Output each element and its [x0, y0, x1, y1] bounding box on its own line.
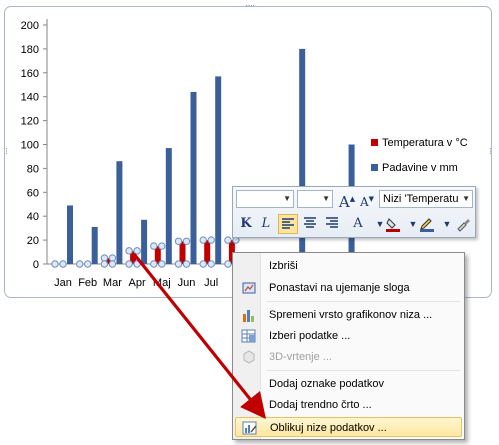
y-tick-label: 160	[21, 68, 39, 80]
legend-swatch-precipitation	[371, 164, 378, 171]
selection-handle	[51, 260, 59, 268]
bar-precipitation	[67, 205, 73, 264]
selection-handle	[174, 237, 183, 245]
legend-entry-temperature[interactable]: Temperatura v °C	[371, 136, 468, 149]
x-tick-label: Apr	[129, 277, 146, 289]
menu-item-add-data-labels[interactable]: Dodaj oznake podatkov	[235, 374, 462, 394]
shrink-font-button[interactable]: A▼	[357, 189, 377, 209]
selection-handle	[182, 260, 191, 268]
legend-label-temperature: Temperatura v °C	[382, 136, 468, 149]
selection-handle	[76, 260, 84, 268]
y-tick-label: 80	[27, 163, 39, 175]
pen-icon	[420, 218, 434, 232]
legend-label-precipitation: Padavine v mm	[382, 161, 458, 174]
selection-handle	[108, 254, 117, 262]
3d-rotation-icon	[241, 349, 257, 365]
selection-handle	[150, 260, 158, 268]
select-data-icon	[241, 328, 257, 344]
selection-handle	[59, 260, 67, 268]
y-tick-label: 0	[33, 259, 39, 271]
selection-handle	[133, 260, 141, 268]
font-size-combo[interactable]: ▼	[297, 190, 333, 208]
y-tick-label: 120	[21, 116, 39, 128]
line-color-button[interactable]	[417, 214, 437, 234]
font-name-combo[interactable]: ▼	[236, 190, 294, 208]
chevron-down-icon: ▼	[442, 219, 452, 229]
x-tick-label: Maj	[153, 277, 171, 289]
selection-handle	[133, 247, 141, 255]
selection-handle	[84, 260, 92, 268]
chevron-down-icon: ▼	[283, 194, 291, 203]
grow-font-button[interactable]: A▲	[337, 189, 357, 211]
reset-style-icon	[241, 280, 257, 296]
selection-handle	[199, 236, 207, 244]
x-tick-label: Jun	[178, 277, 196, 289]
menu-item-change-chart-type[interactable]: Spremeni vrsto grafikonov niza ...	[235, 305, 462, 325]
font-color-button[interactable]: A	[348, 214, 368, 234]
bar-temperature	[204, 240, 211, 264]
selection-handle	[108, 260, 117, 268]
mini-toolbar: ▼ ▼ A▲ A▼ Nizi 'Temperatu ▼ K L A ▼ ▼ ▼	[232, 186, 476, 238]
chart-type-icon	[241, 307, 257, 323]
selection-handle	[125, 247, 133, 255]
bold-button[interactable]: K	[236, 214, 256, 234]
y-tick-label: 60	[27, 187, 39, 199]
series-select-combo[interactable]: Nizi 'Temperatu ▼	[379, 190, 473, 208]
bar-precipitation	[141, 219, 148, 264]
chevron-down-icon: ▼	[322, 194, 330, 203]
format-painter-button[interactable]	[453, 214, 473, 234]
selection-handle	[150, 242, 158, 250]
bar-precipitation	[190, 91, 197, 264]
x-tick-label: Mar	[103, 277, 122, 289]
menu-item-3d-rotation[interactable]: 3D-vrtenje ...	[235, 347, 462, 367]
selection-handle	[199, 260, 207, 268]
y-tick-label: 180	[21, 44, 39, 56]
chevron-down-icon: ▼	[462, 194, 470, 203]
align-left-button[interactable]	[278, 214, 298, 234]
align-right-icon	[326, 217, 338, 228]
selection-handle	[182, 237, 191, 245]
selection-handle	[207, 236, 215, 244]
selection-handle	[224, 236, 232, 244]
bar-temperature	[179, 241, 186, 264]
context-menu: Izbriši Ponastavi na ujemanje sloga Spre…	[232, 252, 465, 440]
selection-handle	[158, 242, 166, 250]
fill-color-button[interactable]	[383, 214, 403, 234]
y-tick-label: 200	[21, 20, 39, 32]
selection-handle	[125, 260, 133, 268]
menu-item-reset-style[interactable]: Ponastavi na ujemanje sloga	[235, 278, 462, 298]
brush-icon	[457, 219, 470, 232]
selection-handle	[207, 260, 215, 268]
align-center-icon	[304, 217, 316, 228]
bar-precipitation	[215, 76, 222, 264]
y-tick-label: 140	[21, 92, 39, 104]
x-tick-label: Jul	[204, 277, 218, 289]
x-tick-label: Jan	[54, 277, 72, 289]
legend-swatch-temperature	[371, 139, 378, 146]
legend-entry-precipitation[interactable]: Padavine v mm	[371, 161, 468, 174]
italic-button[interactable]: L	[256, 214, 276, 234]
menu-item-delete[interactable]: Izbriši	[235, 256, 462, 276]
y-tick-label: 20	[27, 235, 39, 247]
menu-item-select-data[interactable]: Izberi podatke ...	[235, 326, 462, 346]
selection-handle	[224, 260, 232, 268]
menu-item-format-data-series[interactable]: Oblikuj nize podatkov ...	[235, 417, 462, 437]
bar-precipitation	[91, 226, 98, 264]
bar-precipitation	[116, 161, 123, 264]
selection-handle	[174, 260, 183, 268]
selection-handle	[100, 260, 109, 268]
format-series-icon	[242, 420, 258, 436]
align-left-icon	[282, 218, 294, 229]
y-tick-label: 100	[21, 140, 39, 152]
x-tick-label: Feb	[78, 277, 97, 289]
menu-item-add-trendline[interactable]: Dodaj trendno črto ...	[235, 395, 462, 415]
align-center-button[interactable]	[300, 214, 320, 234]
y-tick-label: 40	[27, 211, 39, 223]
selection-handle	[100, 254, 109, 262]
align-right-button[interactable]	[322, 214, 342, 234]
chart-legend[interactable]: Temperatura v °C Padavine v mm	[371, 136, 468, 186]
selection-handle	[158, 260, 166, 268]
paint-bucket-icon	[386, 218, 400, 232]
bar-precipitation	[165, 148, 172, 264]
